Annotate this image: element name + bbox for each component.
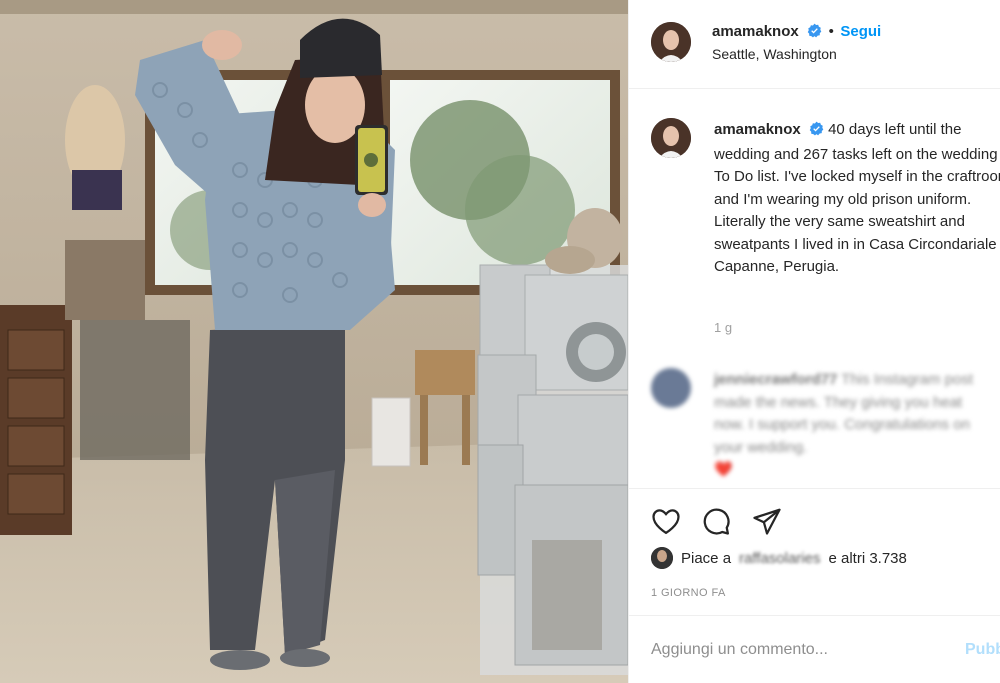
- comment-input[interactable]: Aggiungi un commento...: [651, 641, 828, 659]
- liker-avatar-image: [651, 547, 673, 569]
- verified-badge-icon: [809, 121, 824, 144]
- post-date[interactable]: 1 GIORNO FA: [651, 587, 726, 599]
- comment-username[interactable]: jenniecrawford77: [714, 371, 837, 388]
- header-separator: •: [828, 23, 834, 40]
- caption-avatar[interactable]: [651, 118, 691, 158]
- publish-button[interactable]: Pubblica: [965, 641, 1000, 659]
- avatar[interactable]: [651, 22, 691, 62]
- likes-row: Piace a raffasolaries e altri 3.738: [651, 547, 907, 569]
- caption: amamaknox 40 days left until the wedding…: [714, 119, 1000, 279]
- likes-suffix[interactable]: e altri 3.738: [828, 550, 906, 567]
- post-photo[interactable]: [0, 0, 628, 683]
- likes-user[interactable]: raffasolaries: [739, 550, 820, 567]
- caption-username[interactable]: amamaknox: [714, 121, 801, 138]
- action-bar: [629, 488, 1000, 549]
- likes-prefix: Piace a: [681, 549, 732, 567]
- comment: jenniecrawford77 This Instagram post mad…: [714, 369, 994, 482]
- header-name-row: amamaknox • Segui: [712, 23, 881, 43]
- post-location[interactable]: Seattle, Washington: [712, 46, 837, 62]
- comment-icon[interactable]: [701, 506, 731, 541]
- caption-text: 40 days left until the wedding and 267 t…: [714, 121, 1000, 275]
- share-icon[interactable]: [752, 506, 782, 541]
- liker-avatar[interactable]: [651, 547, 673, 569]
- caption-time[interactable]: 1 g: [714, 320, 732, 335]
- post-username[interactable]: amamaknox: [712, 23, 799, 40]
- avatar-image: [651, 22, 691, 62]
- comment-heart-emoji: ❤️: [714, 461, 733, 478]
- photo-image: [0, 0, 628, 683]
- heart-icon[interactable]: [651, 507, 681, 540]
- follow-button[interactable]: Segui: [840, 23, 881, 40]
- post-header: amamaknox • Segui Seattle, Washington: [629, 0, 1000, 89]
- post-sidebar: amamaknox • Segui Seattle, Washington am…: [628, 0, 1000, 683]
- caption-avatar-image: [651, 118, 691, 158]
- add-comment-bar: Aggiungi un commento... Pubblica: [629, 615, 1000, 683]
- verified-badge-icon: [807, 23, 822, 43]
- commenter-avatar[interactable]: [651, 368, 691, 408]
